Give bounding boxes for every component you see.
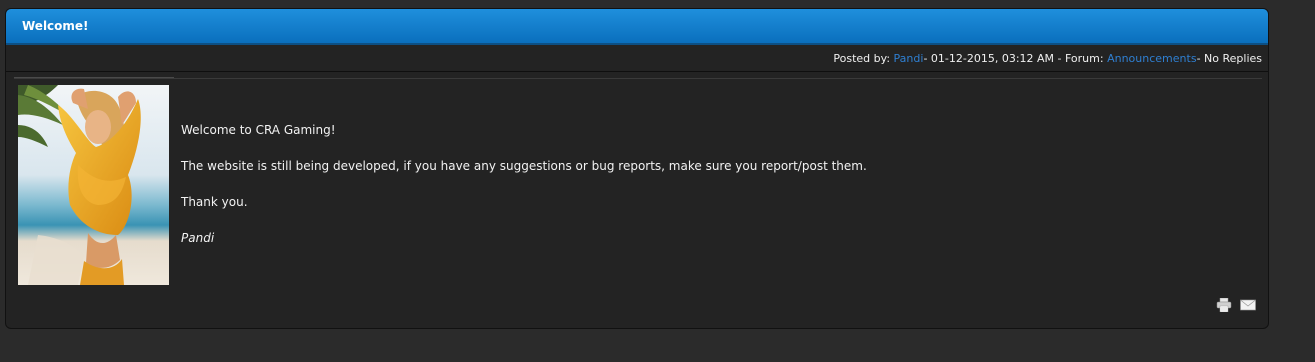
post-divider xyxy=(14,78,1262,79)
body-line-1: Welcome to CRA Gaming! xyxy=(181,123,336,137)
post-body: Welcome to CRA Gaming! The website is st… xyxy=(181,123,867,267)
reply-count: - No Replies xyxy=(1196,51,1262,65)
printer-icon[interactable] xyxy=(1216,298,1232,312)
post-tools xyxy=(1216,298,1256,312)
post-date: - 01-12-2015, 03:12 AM - Forum: xyxy=(923,51,1104,65)
body-line-2: The website is still being developed, if… xyxy=(181,159,867,173)
avatar-divider xyxy=(14,77,174,78)
post-meta: Posted by: Pandi - 01-12-2015, 03:12 AM … xyxy=(6,45,1268,72)
post-title: Welcome! xyxy=(22,19,89,33)
avatar[interactable] xyxy=(18,85,169,285)
body-line-3: Thank you. xyxy=(181,195,248,209)
envelope-icon[interactable] xyxy=(1240,298,1256,312)
author-link[interactable]: Pandi xyxy=(894,52,924,65)
post-panel: Welcome! Posted by: Pandi - 01-12-2015, … xyxy=(5,8,1269,329)
signature: Pandi xyxy=(181,231,215,245)
posted-by-label: Posted by: xyxy=(833,51,891,65)
post-header: Welcome! xyxy=(6,9,1268,45)
forum-link[interactable]: Announcements xyxy=(1107,52,1196,65)
